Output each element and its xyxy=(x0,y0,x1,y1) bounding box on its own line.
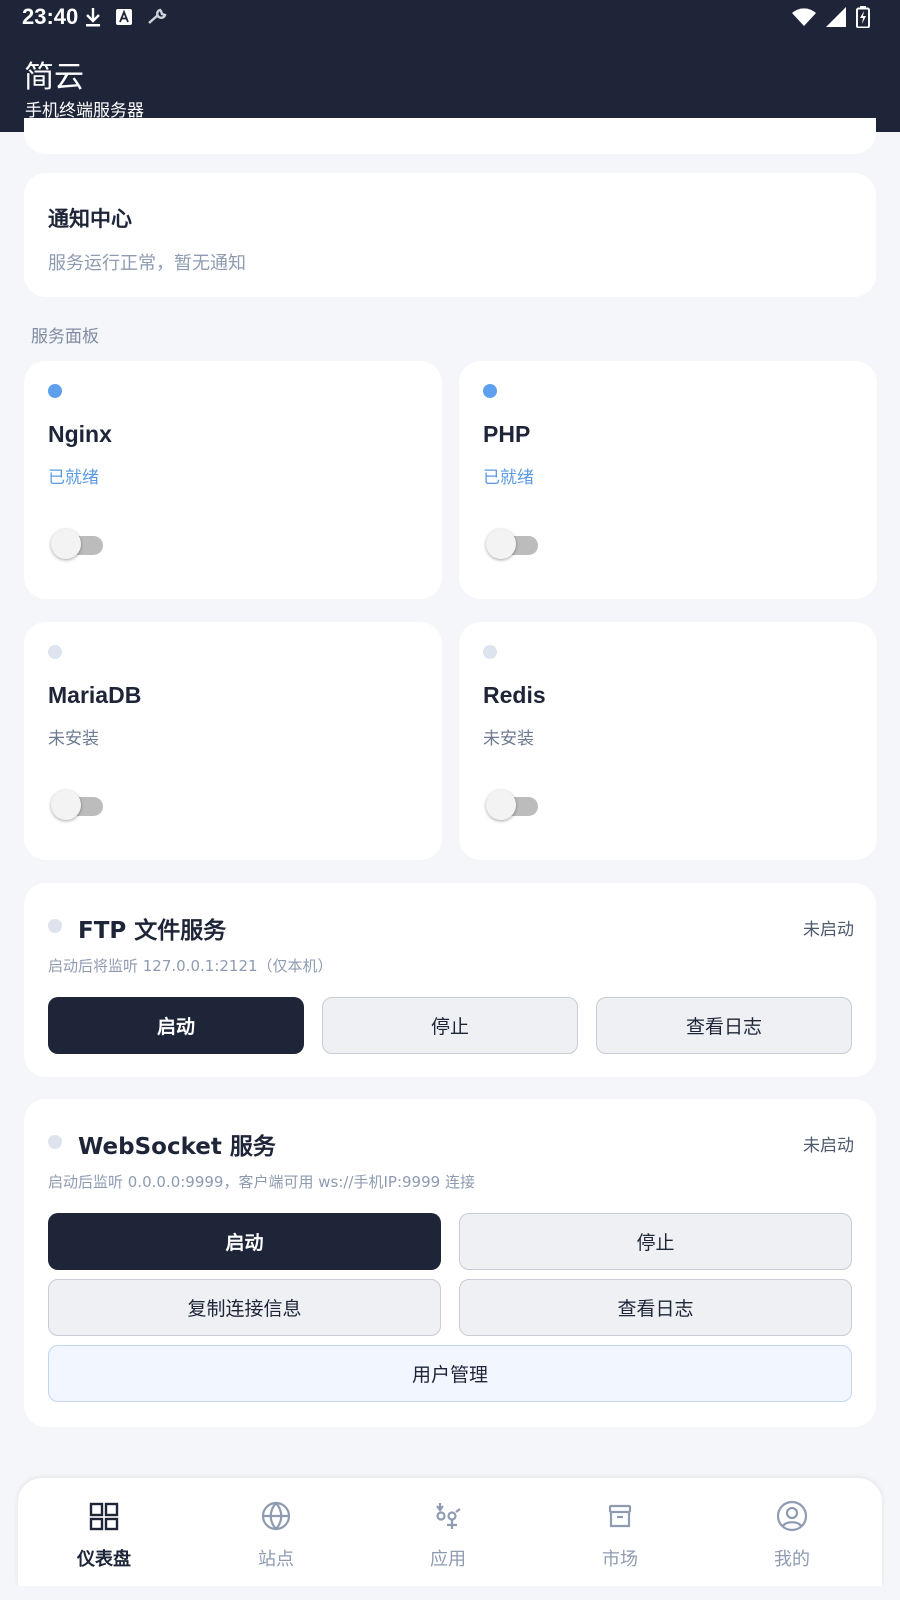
user-circle-icon xyxy=(776,1500,808,1532)
service-name: Redis xyxy=(483,682,546,708)
service-card-redis: Redis 未安装 xyxy=(459,622,877,860)
download-icon xyxy=(86,8,100,27)
app-title: 简云 xyxy=(24,60,84,95)
wrench-icon xyxy=(148,8,167,24)
bottom-navigation: 仪表盘 站点 应用 市场 我的 xyxy=(18,1478,882,1586)
user-management-button[interactable]: 用户管理 xyxy=(48,1345,852,1402)
websocket-service-card: WebSocket 服务 未启动 启动后监听 0.0.0.0:9999，客户端可… xyxy=(24,1099,876,1427)
service-status: 已就绪 xyxy=(48,468,99,488)
wifi-icon xyxy=(792,8,816,26)
service-card-php: PHP 已就绪 xyxy=(459,361,877,599)
ftp-service-card: FTP 文件服务 未启动 启动后将监听 127.0.0.1:2121（仅本机） … xyxy=(24,883,876,1077)
service-status: 未安装 xyxy=(48,729,99,749)
copy-connection-info-button[interactable]: 复制连接信息 xyxy=(48,1279,441,1336)
service-status-dot xyxy=(48,384,62,398)
service-status-dot xyxy=(483,384,497,398)
ftp-view-logs-button[interactable]: 查看日志 xyxy=(596,997,852,1054)
nav-label-profile: 我的 xyxy=(774,1549,810,1570)
websocket-stop-button[interactable]: 停止 xyxy=(459,1213,852,1270)
nav-tab-market[interactable]: 市场 xyxy=(534,1478,706,1586)
nav-label-dashboard: 仪表盘 xyxy=(77,1549,131,1570)
ftp-service-description: 启动后将监听 127.0.0.1:2121（仅本机） xyxy=(48,957,333,975)
service-toggle-redis[interactable] xyxy=(486,789,538,821)
ftp-service-state: 未启动 xyxy=(803,920,854,940)
font-a-icon xyxy=(116,9,132,25)
service-status: 未安装 xyxy=(483,729,534,749)
service-toggle-nginx[interactable] xyxy=(51,528,103,560)
globe-icon xyxy=(261,1501,291,1531)
websocket-service-title: WebSocket 服务 xyxy=(78,1134,276,1160)
service-toggle-php[interactable] xyxy=(486,528,538,560)
service-name: MariaDB xyxy=(48,682,142,708)
nav-tab-apps[interactable]: 应用 xyxy=(362,1478,534,1586)
service-panel-label: 服务面板 xyxy=(31,327,99,347)
notification-center-card: 通知中心 服务运行正常，暂无通知 xyxy=(24,173,876,297)
battery-charging-icon xyxy=(856,6,870,28)
service-status-dot xyxy=(483,645,497,659)
status-time: 23:40 xyxy=(22,4,79,29)
status-bar: 23:40 xyxy=(0,0,900,34)
bottom-edge xyxy=(0,1586,900,1600)
service-name: Nginx xyxy=(48,421,112,447)
service-card-mariadb: MariaDB 未安装 xyxy=(24,622,442,860)
notification-center-title: 通知中心 xyxy=(48,207,132,231)
archive-box-icon xyxy=(608,1504,632,1528)
ftp-start-button[interactable]: 启动 xyxy=(48,997,304,1054)
service-name: PHP xyxy=(483,421,531,447)
ftp-status-dot xyxy=(48,919,62,933)
ftp-stop-button[interactable]: 停止 xyxy=(322,997,578,1054)
nav-tab-dashboard[interactable]: 仪表盘 xyxy=(18,1478,190,1586)
signal-icon xyxy=(826,7,846,27)
nav-tab-profile[interactable]: 我的 xyxy=(706,1478,878,1586)
nav-tab-sites[interactable]: 站点 xyxy=(190,1478,362,1586)
service-toggle-mariadb[interactable] xyxy=(51,789,103,821)
websocket-service-state: 未启动 xyxy=(803,1136,854,1156)
previous-card-stub xyxy=(24,118,876,154)
nav-label-market: 市场 xyxy=(602,1549,638,1570)
service-card-nginx: Nginx 已就绪 xyxy=(24,361,442,599)
websocket-service-description: 启动后监听 0.0.0.0:9999，客户端可用 ws://手机IP:9999 … xyxy=(48,1173,475,1191)
websocket-start-button[interactable]: 启动 xyxy=(48,1213,441,1270)
ftp-service-title: FTP 文件服务 xyxy=(78,918,227,944)
notification-message: 服务运行正常，暂无通知 xyxy=(48,253,246,274)
service-status: 已就绪 xyxy=(483,468,534,488)
nav-label-sites: 站点 xyxy=(258,1549,294,1570)
nav-label-apps: 应用 xyxy=(430,1549,466,1570)
websocket-view-logs-button[interactable]: 查看日志 xyxy=(459,1279,852,1336)
service-status-dot xyxy=(48,645,62,659)
apps-icon xyxy=(436,1503,461,1529)
websocket-status-dot xyxy=(48,1135,62,1149)
dashboard-icon xyxy=(89,1502,119,1531)
